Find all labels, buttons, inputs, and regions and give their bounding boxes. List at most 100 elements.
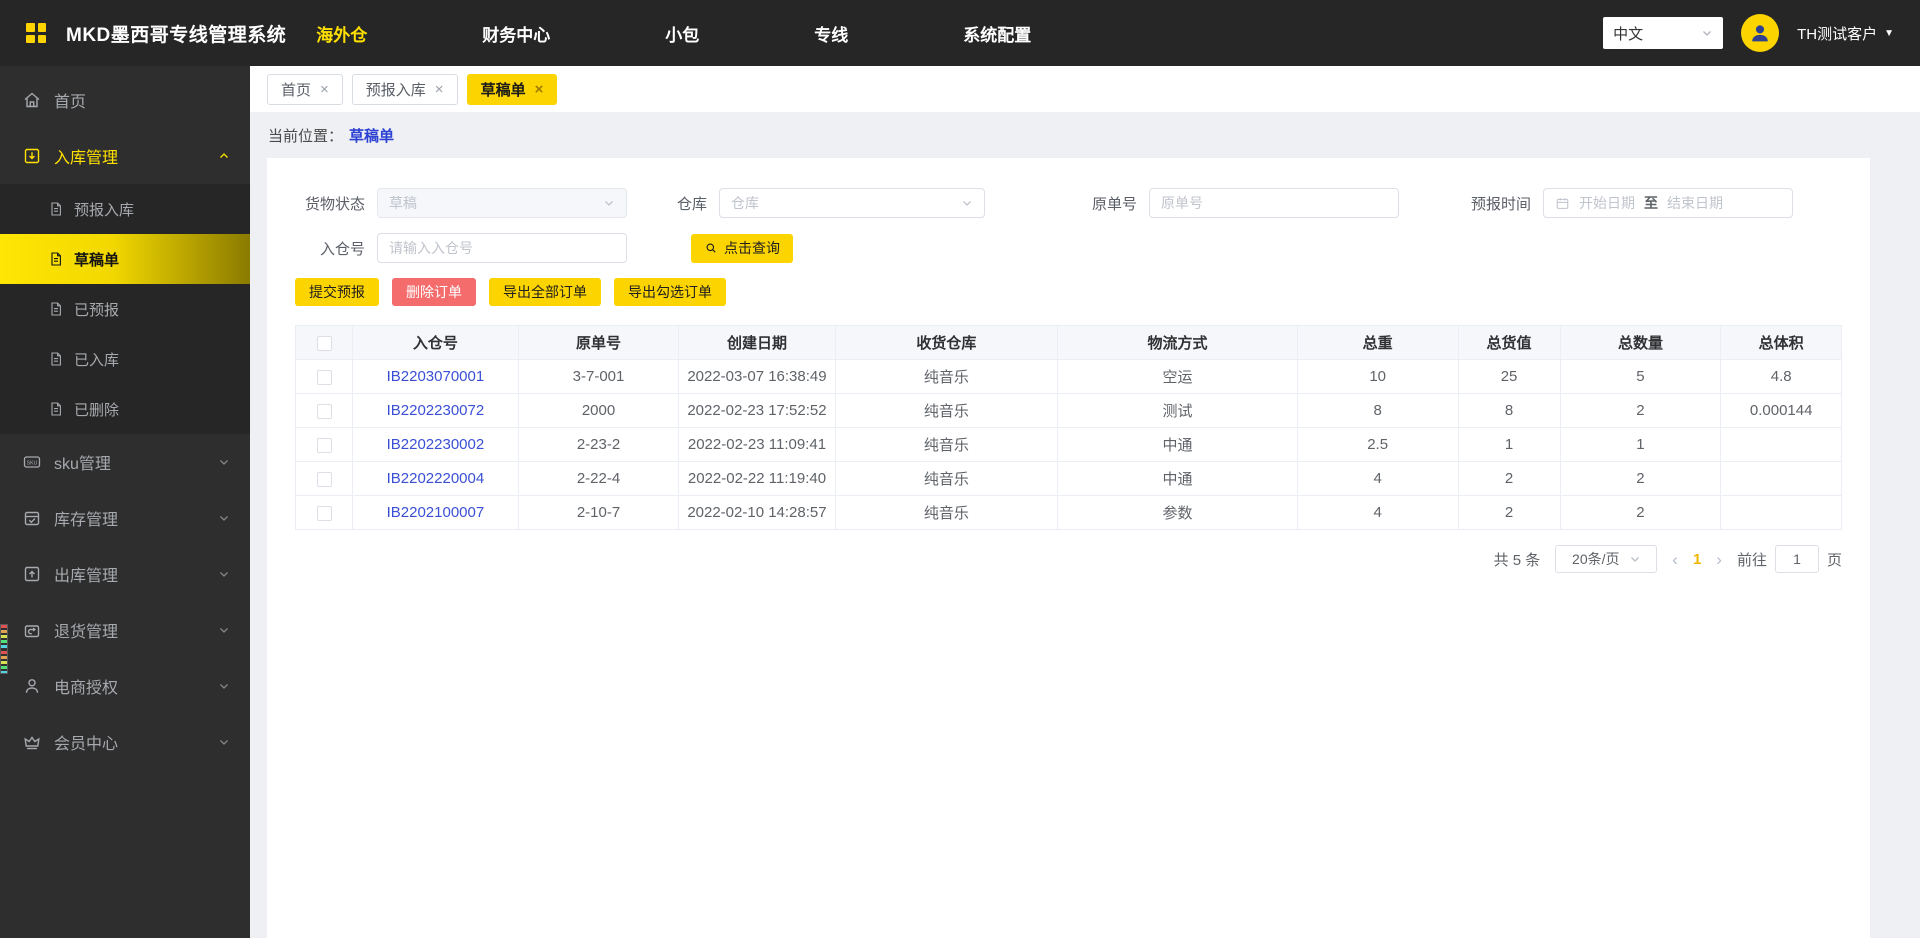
cell-weight: 4 [1296,495,1459,530]
inbound-no-input[interactable] [377,233,627,263]
chevron-down-icon [218,456,230,468]
cell-weight: 4 [1296,461,1459,496]
nav-item-small-parcel[interactable]: 小包 [665,21,699,46]
sku-icon: SKU [22,452,42,472]
cell-value: 1 [1457,427,1561,462]
jump-prefix: 前往 [1736,551,1767,569]
close-icon[interactable]: × [320,82,329,97]
apps-grid-icon[interactable] [26,23,46,43]
sidebar-item-draft-order[interactable]: 草稿单 [0,234,250,284]
sidebar-group-returns[interactable]: 退货管理 [0,602,250,658]
sidebar-group-label: 电商授权 [54,680,119,697]
close-icon[interactable]: × [535,82,544,97]
page-size-select[interactable]: 20条/页 [1555,545,1658,573]
warehouse-placeholder: 仓库 [731,195,759,211]
cell-volume [1720,495,1842,530]
inbound-no-link[interactable]: IB2202230002 [352,427,519,462]
user-menu[interactable]: TH测试客户 ▼ [1797,23,1894,44]
prev-page-button[interactable]: ‹ [1672,551,1678,568]
row-checkbox[interactable] [316,505,332,521]
current-page[interactable]: 1 [1693,551,1701,568]
jump-page-input[interactable] [1774,545,1819,573]
inbound-no-link[interactable]: IB2202100007 [352,495,519,530]
chevron-down-icon [218,736,230,748]
cargo-status-label: 货物状态 [304,195,365,213]
table-row: IB2202230002 2-23-2 2022-02-23 11:09:41 … [294,427,1842,462]
tab-label: 首页 [281,81,312,99]
cell-created: 2022-02-23 17:52:52 [678,393,836,428]
sidebar-group-inbound[interactable]: 入库管理 [0,128,250,184]
export-all-button[interactable]: 导出全部订单 [489,278,601,306]
warehouse-select[interactable]: 仓库 [719,188,985,218]
chevron-down-icon [218,624,230,636]
sidebar-group-member-center[interactable]: 会员中心 [0,714,250,770]
language-value: 中文 [1613,25,1644,43]
inbound-no-link[interactable]: IB2202230072 [352,393,519,428]
chevron-down-icon [1630,557,1639,562]
cell-warehouse: 纯音乐 [834,359,1059,394]
nav-item-dedicated-line[interactable]: 专线 [814,21,848,46]
sidebar-item-home[interactable]: 首页 [0,72,250,128]
submit-forecast-button[interactable]: 提交预报 [295,278,379,306]
nav-item-system-config[interactable]: 系统配置 [963,21,1031,46]
sidebar-group-label: 退货管理 [54,624,119,641]
inventory-icon [22,508,42,528]
sidebar-item-deleted[interactable]: 已删除 [0,384,250,434]
sidebar-item-forecast-inbound[interactable]: 预报入库 [0,184,250,234]
original-no-input[interactable] [1149,188,1399,218]
row-checkbox[interactable] [316,471,332,487]
tab-home[interactable]: 首页 × [267,73,343,105]
select-all-checkbox[interactable] [316,335,332,351]
original-no-label: 原单号 [1091,195,1137,213]
cell-qty: 2 [1559,393,1722,428]
tab-label: 预报入库 [365,81,426,99]
export-selected-button[interactable]: 导出勾选订单 [614,278,726,306]
cell-value: 2 [1457,495,1561,530]
col-qty: 总数量 [1559,325,1722,360]
cell-original-no: 3-7-001 [517,359,680,394]
next-page-button[interactable]: › [1716,551,1722,568]
forecast-time-range-picker[interactable]: 开始日期 至 结束日期 [1543,188,1793,218]
delete-order-button[interactable]: 删除订单 [392,278,476,306]
breadcrumb-current: 草稿单 [349,127,395,145]
col-inbound-no: 入仓号 [352,325,519,360]
cell-created: 2022-02-22 11:19:40 [678,461,836,496]
document-icon [48,401,64,417]
nav-item-overseas-warehouse[interactable]: 海外仓 [316,21,367,46]
chevron-down-icon [218,512,230,524]
cargo-status-select[interactable]: 草稿 [377,188,627,218]
chevron-down-icon [1703,31,1712,36]
nav-item-finance-center[interactable]: 财务中心 [482,21,550,46]
sidebar-group-sku[interactable]: SKU sku管理 [0,434,250,490]
sidebar-item-inbounded[interactable]: 已入库 [0,334,250,384]
sidebar: 首页 入库管理 预报入库 草稿单 已预报 已入库 已删除 SKU sku管理 库… [0,66,250,938]
outbound-box-icon [22,564,42,584]
top-nav: 海外仓 财务中心 小包 专线 系统配置 [316,21,1146,46]
chevron-up-icon [218,150,230,162]
sidebar-group-inventory[interactable]: 库存管理 [0,490,250,546]
cell-warehouse: 纯音乐 [834,393,1059,428]
open-tabs-bar: 首页 × 预报入库 × 草稿单 × [250,66,1920,112]
table-header-row: 入仓号 原单号 创建日期 收货仓库 物流方式 总重 总货值 总数量 总体积 [294,325,1842,360]
sidebar-item-forecasted[interactable]: 已预报 [0,284,250,334]
row-checkbox[interactable] [316,369,332,385]
tab-draft-order[interactable]: 草稿单 × [466,73,558,105]
row-checkbox[interactable] [316,403,332,419]
close-icon[interactable]: × [435,82,444,97]
inbound-no-link[interactable]: IB2203070001 [352,359,519,394]
content-card: 货物状态 草稿 仓库 仓库 原单号 原单号 预报时间 开始日期 至 结束日期 入… [267,158,1870,938]
sidebar-item-label: 首页 [54,94,87,111]
sidebar-group-ecommerce-auth[interactable]: 电商授权 [0,658,250,714]
inbound-no-link[interactable]: IB2202220004 [352,461,519,496]
document-icon [48,201,64,217]
inbound-box-icon [22,146,42,166]
sidebar-group-outbound[interactable]: 出库管理 [0,546,250,602]
avatar[interactable] [1741,14,1780,52]
language-select[interactable]: 中文 [1603,17,1724,49]
search-button[interactable]: 点击查询 [691,233,793,263]
tab-forecast-inbound[interactable]: 预报入库 × [351,73,458,105]
sidebar-submenu-inbound: 预报入库 草稿单 已预报 已入库 已删除 [0,184,250,434]
tab-label: 草稿单 [480,81,526,99]
row-checkbox[interactable] [316,437,332,453]
person-icon [22,676,42,696]
